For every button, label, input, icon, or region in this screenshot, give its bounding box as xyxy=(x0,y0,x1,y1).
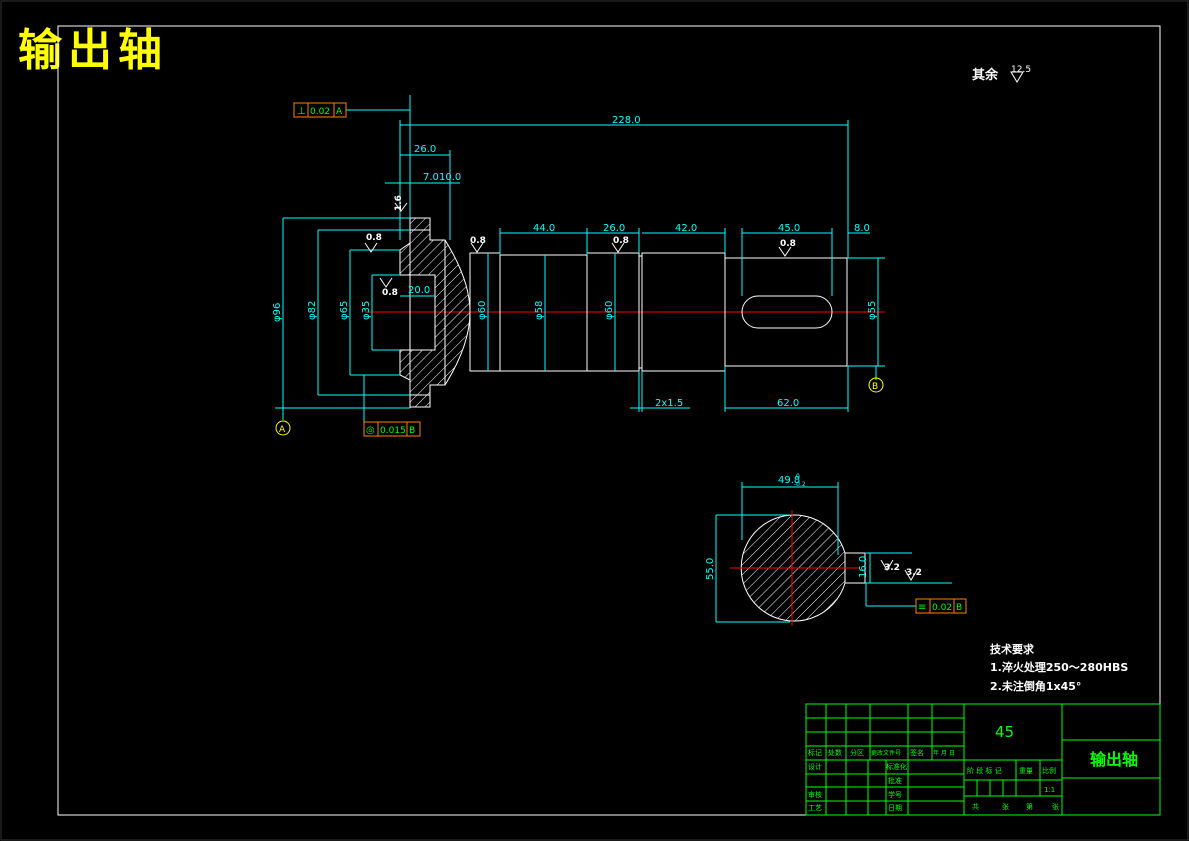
roughness-mark-4: 0.8 xyxy=(382,288,398,298)
dim-groove: 2x1.5 xyxy=(655,398,683,409)
dim-dia-35: φ35 xyxy=(361,301,372,320)
drawing-frame xyxy=(57,25,1161,816)
tb-right-0: 阶 段 标 记 xyxy=(967,766,1002,775)
tb-sheet-0: 共 xyxy=(972,802,979,811)
svg-text:A: A xyxy=(336,107,343,117)
tb-material: 45 xyxy=(995,723,1014,741)
dim-dia-82: φ82 xyxy=(307,301,318,320)
dim-sec-tol-lower: -0.2 xyxy=(794,481,806,488)
tb-head-4: 签名 xyxy=(910,748,924,757)
tb-part-name: 输出轴 xyxy=(1090,750,1138,769)
tech-req-item-1: 1.淬火处理250～280HBS xyxy=(990,660,1128,674)
roughness-mark-6: 0.8 xyxy=(780,239,796,249)
engineering-drawing: 其余 12.5 228.0 26.0 7.0 10.0 44.0 26.0 42… xyxy=(0,0,1189,841)
tb-right-2: 比例 xyxy=(1042,766,1056,775)
flange-bottom-lug xyxy=(409,394,431,408)
svg-text:B: B xyxy=(409,426,415,436)
dim-sec-tol-upper: 0 xyxy=(796,473,800,480)
datum-b: B xyxy=(868,377,884,393)
dim-flange-width: 26.0 xyxy=(414,144,436,155)
tb-left-1: 审核 xyxy=(808,790,822,799)
dim-dia-58: φ58 xyxy=(534,301,545,320)
tb-left-2: 工艺 xyxy=(808,804,822,812)
tb-head-1: 处数 xyxy=(828,748,842,757)
svg-text:A: A xyxy=(279,425,286,435)
dim-seg-26: 26.0 xyxy=(603,223,625,234)
dim-end-len: 62.0 xyxy=(777,398,799,409)
tb-sheet-1: 张 xyxy=(1002,802,1009,811)
dim-end-8: 8.0 xyxy=(854,223,870,234)
roughness-mark-8: 3.2 xyxy=(906,568,922,578)
tb-head-0: 标记 xyxy=(808,748,822,757)
tb-sheet-2: 第 xyxy=(1026,802,1033,811)
tb-right-1: 重量 xyxy=(1019,767,1033,775)
roughness-mark-2: 0.8 xyxy=(470,236,486,246)
svg-text:0.02: 0.02 xyxy=(310,107,330,117)
dim-flange-step: 7.0 xyxy=(423,172,439,183)
dim-seg-42: 42.0 xyxy=(675,223,697,234)
tb-left-0: 设计 xyxy=(808,762,822,771)
svg-text:0.02: 0.02 xyxy=(932,603,952,613)
tb-mid-2: 学号 xyxy=(888,790,902,799)
tolerance-perp: ⊥ 0.02 A xyxy=(293,102,347,118)
tb-scale: 1:1 xyxy=(1044,786,1055,794)
svg-text:◎: ◎ xyxy=(366,425,375,436)
tb-mid-1: 批准 xyxy=(888,776,902,785)
roughness-mark-5: 0.8 xyxy=(613,236,629,246)
dim-key-width: 16.0 xyxy=(858,556,869,578)
tolerance-sym: ≡ 0.02 B xyxy=(915,598,967,614)
tolerance-runout: ◎ 0.015 B xyxy=(363,421,421,437)
outer-sheet-border xyxy=(0,0,1189,841)
tech-req-item-2: 2.未注倒角1x45° xyxy=(990,679,1081,693)
svg-text:⊥: ⊥ xyxy=(297,106,306,117)
tb-head-2: 分区 xyxy=(850,748,864,757)
dim-dia-55: φ55 xyxy=(867,301,878,320)
dim-keyway-len: 45.0 xyxy=(778,223,800,234)
dim-dia-65: φ65 xyxy=(339,301,350,320)
dim-flange-step2: 10.0 xyxy=(439,172,461,183)
svg-text:B: B xyxy=(872,382,878,392)
datum-a: A xyxy=(275,420,291,436)
tb-mid-3: 日期 xyxy=(888,804,902,812)
surface-note: 其余 xyxy=(972,67,999,83)
roughness-mark-1: 0.8 xyxy=(366,233,382,243)
dim-dia-60b: φ60 xyxy=(604,301,615,320)
tb-head-5: 年 月 日 xyxy=(933,749,955,757)
tb-sheet-3: 张 xyxy=(1052,802,1059,811)
svg-text:≡: ≡ xyxy=(918,602,926,613)
roughness-mark-3: 1.6 xyxy=(394,195,404,211)
flange-top-lug xyxy=(409,217,431,231)
tb-head-3: 更改文件号 xyxy=(871,749,901,757)
dim-bore-depth: 20.0 xyxy=(408,285,430,296)
dim-seg-44: 44.0 xyxy=(533,223,555,234)
svg-text:B: B xyxy=(956,603,962,613)
tb-mid-0: 标准化 xyxy=(886,762,907,771)
dim-dia-96: φ96 xyxy=(272,303,283,322)
svg-text:0.015: 0.015 xyxy=(380,426,406,436)
dim-sec-dia: 55.0 xyxy=(705,558,716,580)
roughness-mark-7: 3.2 xyxy=(884,563,900,573)
surface-note-roughness: 12.5 xyxy=(1011,65,1031,75)
section-view: 49.8 0 -0.2 55.0 16.0 3.2 3.2 xyxy=(705,473,952,626)
dim-dia-60a: φ60 xyxy=(477,301,488,320)
tech-req-title: 技术要求 xyxy=(990,642,1035,656)
dim-overall-length: 228.0 xyxy=(612,115,641,126)
